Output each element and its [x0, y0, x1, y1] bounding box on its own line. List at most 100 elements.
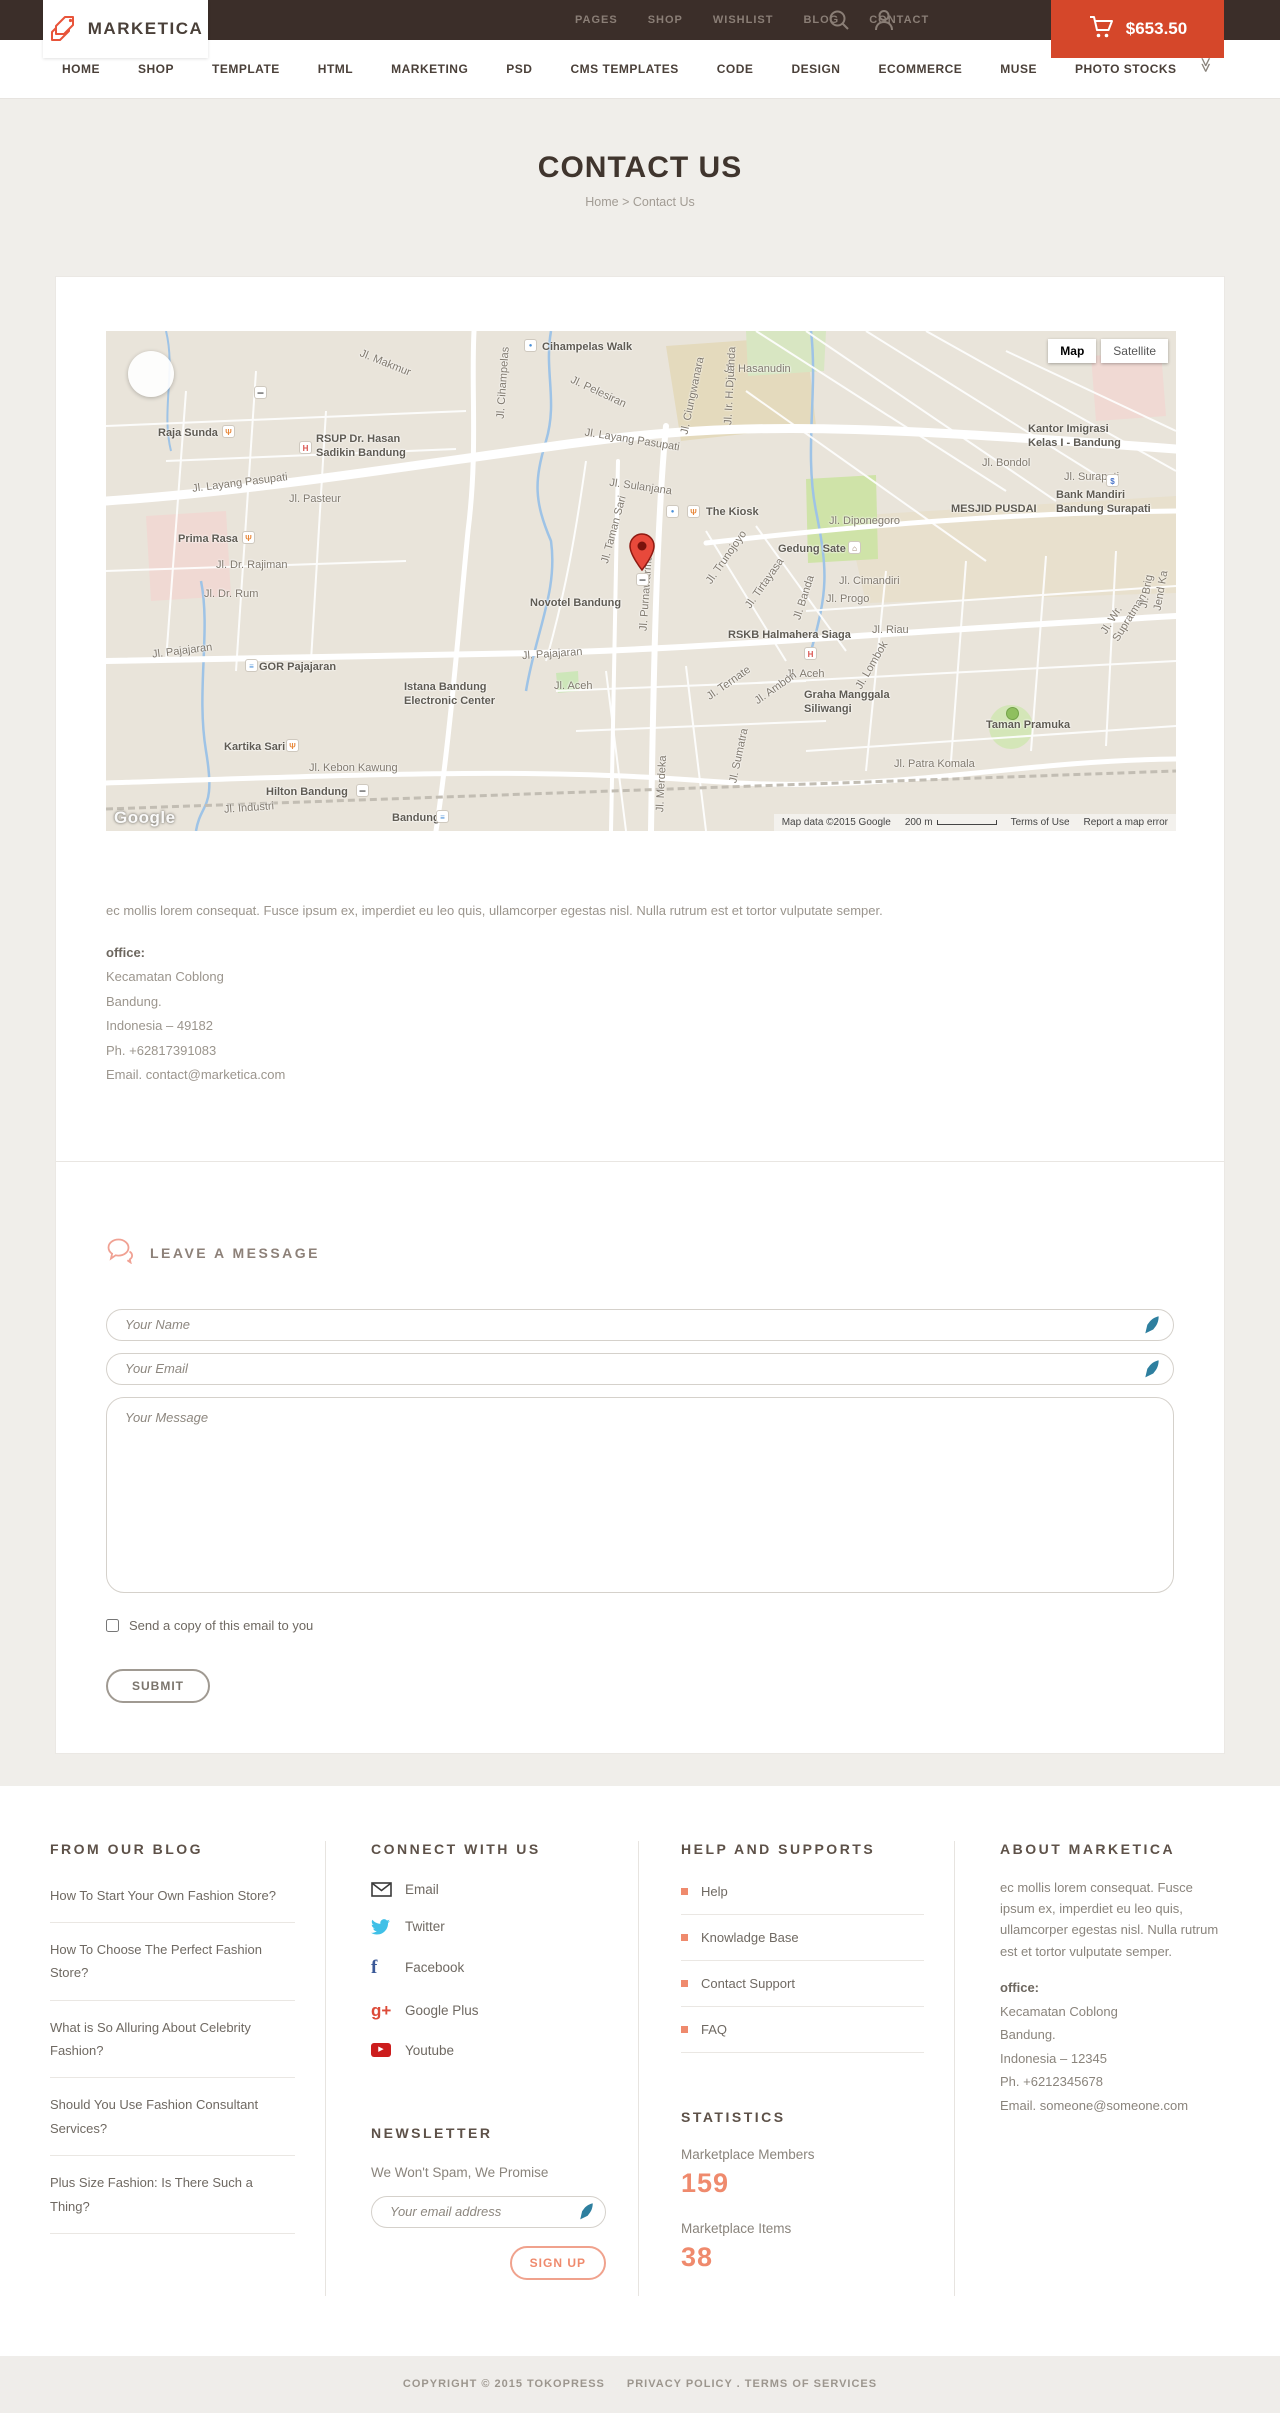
map-label: Jl. Banda [791, 573, 817, 622]
menu-item[interactable]: SHOP [138, 62, 174, 76]
office-line: Kecamatan Coblong [1000, 2003, 1118, 2019]
brand-logo[interactable]: MARKETICA [43, 0, 208, 58]
top-nav-link[interactable]: PAGES [575, 14, 618, 26]
map-label: Taman Pramuka [986, 719, 1071, 731]
hotel-poi-icon: ▬ [254, 386, 267, 399]
restaurant-poi-icon: Ψ [286, 739, 299, 752]
footer-about-column: ABOUT MARKETICA ec mollis lorem consequa… [954, 1840, 1280, 2296]
map-label: Jl. Industri [223, 800, 275, 816]
map-view-button[interactable]: Map [1048, 339, 1097, 363]
menu-item[interactable]: MARKETING [391, 62, 468, 76]
footer-help-column: HELP AND SUPPORTS Help Knowladge Base Cont… [638, 1840, 954, 2296]
pan-down-icon[interactable] [146, 380, 156, 390]
menu-item[interactable]: ECOMMERCE [878, 62, 962, 76]
brand-name: MARKETICA [87, 19, 204, 38]
office-line: Ph. +6212345678 [1000, 2074, 1104, 2090]
cart-button[interactable]: $653.50 [1051, 0, 1224, 58]
map-attribution: Map data ©2015 Google 200 m Terms of Use… [773, 814, 1176, 831]
map-label: Hilton Bandung [266, 786, 348, 798]
map-label: Prima Rasa [178, 533, 238, 545]
about-office-address: office: Kecamatan Coblong Bandung. Indon… [1000, 1978, 1230, 2115]
map-label: Istana Bandung Electronic Center [404, 681, 496, 707]
blog-link[interactable]: Should You Use Fashion Consultant Servic… [50, 2078, 295, 2157]
connect-twitter-link[interactable]: Twitter [371, 1908, 608, 1946]
send-copy-checkbox[interactable] [106, 1618, 119, 1632]
map-label: Raja Sunda [158, 427, 218, 439]
cart-total: $653.50 [1125, 19, 1188, 38]
main-menu-items: HOME SHOP TEMPLATE HTML MARKETING PSD CMS TEMP… [62, 62, 1177, 76]
menu-item[interactable]: HOME [62, 62, 100, 76]
breadcrumb-home[interactable]: Home [585, 195, 618, 209]
menu-item[interactable]: TEMPLATE [212, 62, 280, 76]
email-input[interactable] [106, 1352, 1174, 1385]
breadcrumb-current: Contact Us [632, 195, 695, 209]
map-label: Jl. Pelesiran [568, 373, 629, 411]
submit-button[interactable]: SUBMIT [106, 1668, 210, 1703]
connect-column-title: CONNECT WITH US [371, 1840, 541, 1857]
legal-links[interactable]: PRIVACY POLICY . TERMS OF SERVICES [627, 2378, 877, 2390]
signup-button[interactable]: SIGN UP [509, 2245, 606, 2280]
office-address: office: Kecamatan Coblong Bandung. Indon… [106, 943, 1174, 1085]
map-label: GOR Pajajaran [259, 661, 337, 673]
map-marker[interactable] [629, 533, 655, 576]
connect-email-link[interactable]: Email [371, 1871, 608, 1908]
help-link[interactable]: Contact Support [681, 1961, 924, 2007]
chevron-double-down-icon[interactable]: ≫ [1197, 57, 1215, 73]
message-textarea[interactable] [106, 1396, 1174, 1593]
pan-up-icon[interactable] [146, 358, 156, 368]
user-icon[interactable] [874, 9, 894, 31]
map-label: Jl. Makmur [358, 347, 413, 379]
map-label: The Kiosk [706, 506, 759, 518]
menu-item[interactable]: PSD [506, 62, 532, 76]
copyright-bar: COPYRIGHT © 2015 TOKOPRESS PRIVACY POLIC… [0, 2355, 1280, 2413]
map-label: Jl. Cihampelas [494, 346, 512, 420]
blog-link[interactable]: What is So Alluring About Celebrity Fash… [50, 2001, 295, 2079]
top-nav-link[interactable]: SHOP [648, 14, 683, 26]
google-logo[interactable]: Google [114, 808, 176, 828]
pan-left-icon[interactable] [135, 369, 145, 379]
top-nav-link[interactable]: WISHLIST [713, 14, 774, 26]
name-input[interactable] [106, 1308, 1174, 1341]
menu-item[interactable]: MUSE [1000, 62, 1037, 76]
landmark-poi-icon: ⌂ [848, 541, 861, 554]
report-error-link[interactable]: Report a map error [1084, 817, 1168, 828]
pan-right-icon[interactable] [157, 369, 167, 379]
map-label: Jl. Layang Pasupati [191, 471, 289, 495]
office-label: office: [106, 944, 145, 960]
map-label: Jl. Dr. Rajiman [216, 559, 288, 571]
map-pan-control[interactable] [128, 351, 174, 397]
blog-link[interactable]: How To Start Your Own Fashion Store? [50, 1869, 295, 1923]
search-icon[interactable] [828, 9, 850, 31]
map-label: Jl. Patra Komala [894, 758, 975, 770]
menu-item[interactable]: CMS TEMPLATES [570, 62, 678, 76]
map-label: Graha Manggala Siliwangi [804, 689, 890, 715]
terms-link[interactable]: Terms of Use [1011, 817, 1070, 828]
statistic-label: Marketplace Items [681, 2220, 792, 2236]
help-link[interactable]: Knowladge Base [681, 1915, 924, 1961]
statistic: Marketplace Items 38 [681, 2221, 924, 2273]
map-label: Jl. Aceh [554, 680, 593, 692]
connect-googleplus-link[interactable]: g+ Google Plus [371, 1990, 608, 2032]
shop-poi-icon: ● [666, 505, 679, 518]
menu-item[interactable]: HTML [318, 62, 353, 76]
satellite-view-button[interactable]: Satellite [1101, 339, 1168, 363]
tag-logo-icon [48, 11, 78, 48]
map-label: MESJID PUSDAI [951, 503, 1037, 515]
google-map[interactable]: Cihampelas Walk Jl. Hasanudin Jl. Makmur Jl… [106, 331, 1176, 831]
help-link[interactable]: Help [681, 1869, 924, 1915]
footer: FROM OUR BLOG How To Start Your Own Fash… [0, 1785, 1280, 2356]
help-link[interactable]: FAQ [681, 2007, 924, 2053]
newsletter-title: NEWSLETTER [371, 2124, 493, 2141]
connect-facebook-link[interactable]: f Facebook [371, 1946, 608, 1990]
cart-icon [1088, 14, 1114, 45]
blog-link[interactable]: How To Choose The Perfect Fashion Store? [50, 1923, 295, 2001]
blog-link[interactable]: Plus Size Fashion: Is There Such a Thing… [50, 2156, 295, 2235]
menu-item[interactable]: DESIGN [791, 62, 840, 76]
restaurant-poi-icon: Ψ [222, 425, 235, 438]
newsletter-email-input[interactable] [371, 2195, 606, 2228]
menu-item[interactable]: PHOTO STOCKS [1075, 62, 1177, 76]
map-type-control: Map Satellite [1048, 339, 1168, 363]
copyright-text: COPYRIGHT © 2015 TOKOPRESS [402, 2378, 605, 2390]
connect-youtube-link[interactable]: ▶ Youtube [371, 2032, 608, 2069]
menu-item[interactable]: CODE [717, 62, 754, 76]
